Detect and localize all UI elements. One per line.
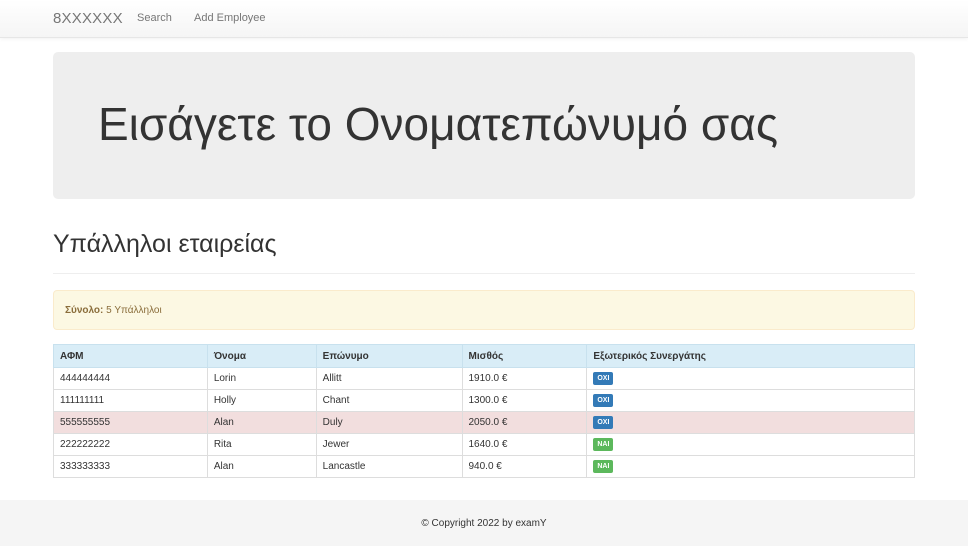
cell-salary: 1300.0 €: [461, 389, 588, 412]
table-header-row: ΑΦΜ Όνομα Επώνυμο Μισθός Εξωτερικός Συνε…: [53, 344, 915, 368]
cell-afm: 555555555: [53, 411, 208, 434]
cell-surname: Chant: [315, 389, 463, 412]
header-divider: [53, 273, 915, 274]
cell-external: ΝΑΙ: [586, 455, 915, 478]
cell-surname: Lancastle: [315, 455, 463, 478]
cell-surname: Duly: [315, 411, 463, 434]
cell-salary: 2050.0 €: [461, 411, 588, 434]
cell-afm: 111111111: [53, 389, 208, 412]
cell-external: ΟΧΙ: [586, 367, 915, 390]
cell-external: ΟΧΙ: [586, 389, 915, 412]
jumbotron-heading: Εισάγετε το Ονοματεπώνυμό σας: [98, 98, 779, 150]
table-row: 555555555 Alan Duly 2050.0 € ΟΧΙ: [53, 411, 915, 434]
cell-afm: 333333333: [53, 455, 208, 478]
cell-salary: 940.0 €: [461, 455, 588, 478]
cell-external: ΟΧΙ: [586, 411, 915, 434]
cell-afm: 444444444: [53, 367, 208, 390]
cell-surname: Jewer: [315, 433, 463, 456]
cell-name: Holly: [206, 389, 317, 412]
column-header-salary: Μισθός: [461, 344, 588, 368]
cell-salary: 1640.0 €: [461, 433, 588, 456]
nav-link-search[interactable]: Search: [137, 12, 172, 24]
cell-surname: Allitt: [315, 367, 463, 390]
total-label: Σύνολο:: [65, 305, 104, 316]
external-badge: ΝΑΙ: [593, 460, 614, 473]
column-header-surname: Επώνυμο: [315, 344, 463, 368]
external-badge: ΝΑΙ: [593, 438, 614, 451]
cell-name: Alan: [206, 411, 317, 434]
table-row: 333333333 Alan Lancastle 940.0 € ΝΑΙ: [53, 455, 915, 478]
navbar-brand[interactable]: 8XXXXXX: [53, 10, 123, 27]
column-header-external: Εξωτερικός Συνεργάτης: [586, 344, 915, 368]
cell-afm: 222222222: [53, 433, 208, 456]
table-row: 222222222 Rita Jewer 1640.0 € ΝΑΙ: [53, 433, 915, 456]
employees-table: ΑΦΜ Όνομα Επώνυμο Μισθός Εξωτερικός Συνε…: [53, 344, 915, 478]
column-header-afm: ΑΦΜ: [53, 344, 208, 368]
cell-external: ΝΑΙ: [586, 433, 915, 456]
copyright-text: © Copyright 2022 by examY: [421, 518, 547, 529]
jumbotron: Εισάγετε το Ονοματεπώνυμό σας: [53, 52, 915, 199]
navbar: 8XXXXXX Search Add Employee: [0, 0, 968, 38]
column-header-name: Όνομα: [206, 344, 317, 368]
cell-name: Lorin: [206, 367, 317, 390]
external-badge: ΟΧΙ: [593, 372, 614, 385]
total-alert: Σύνολο: 5 Υπάλληλοι: [53, 290, 915, 330]
table-row: 111111111 Holly Chant 1300.0 € ΟΧΙ: [53, 389, 915, 412]
cell-salary: 1910.0 €: [461, 367, 588, 390]
external-badge: ΟΧΙ: [593, 416, 614, 429]
table-body: 444444444 Lorin Allitt 1910.0 € ΟΧΙ 111111111…: [53, 367, 915, 478]
footer: © Copyright 2022 by examY: [0, 500, 968, 546]
nav-link-add-employee[interactable]: Add Employee: [194, 12, 266, 24]
cell-name: Rita: [206, 433, 317, 456]
page-title: Υπάλληλοι εταιρείας: [53, 230, 277, 258]
table-row: 444444444 Lorin Allitt 1910.0 € ΟΧΙ: [53, 367, 915, 390]
external-badge: ΟΧΙ: [593, 394, 614, 407]
cell-name: Alan: [206, 455, 317, 478]
total-value: 5 Υπάλληλοι: [106, 305, 162, 316]
